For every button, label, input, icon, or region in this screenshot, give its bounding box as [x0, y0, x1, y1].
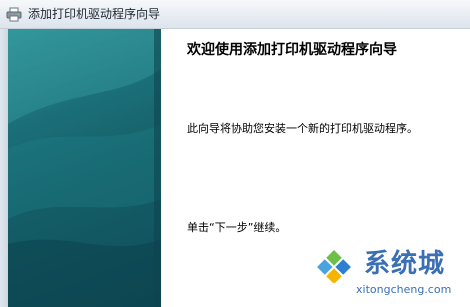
printer-icon — [6, 7, 22, 22]
title-bar[interactable]: 添加打印机驱动程序向导 — [0, 0, 470, 29]
watermark-brand: 系统城 — [364, 249, 446, 279]
watermark-url: xitongcheng.com — [356, 283, 452, 296]
page-heading: 欢迎使用添加打印机驱动程序向导 — [187, 42, 397, 58]
wizard-window: 添加打印机驱动程序向导 欢迎使用添加打印机驱动程序向导 此向导将协助您安装一个新… — [0, 0, 470, 307]
wizard-sidebar-banner — [8, 29, 161, 307]
windows-logo-icon — [313, 250, 355, 287]
watermark: 系统城 xitongcheng.com — [306, 239, 466, 305]
wizard-instruction: 单击“下一步”继续。 — [187, 221, 287, 234]
window-title: 添加打印机驱动程序向导 — [28, 7, 161, 21]
window-frame-left — [0, 29, 8, 307]
wizard-description: 此向导将协助您安装一个新的打印机驱动程序。 — [187, 122, 418, 135]
sidebar-wave-graphic — [8, 29, 161, 307]
